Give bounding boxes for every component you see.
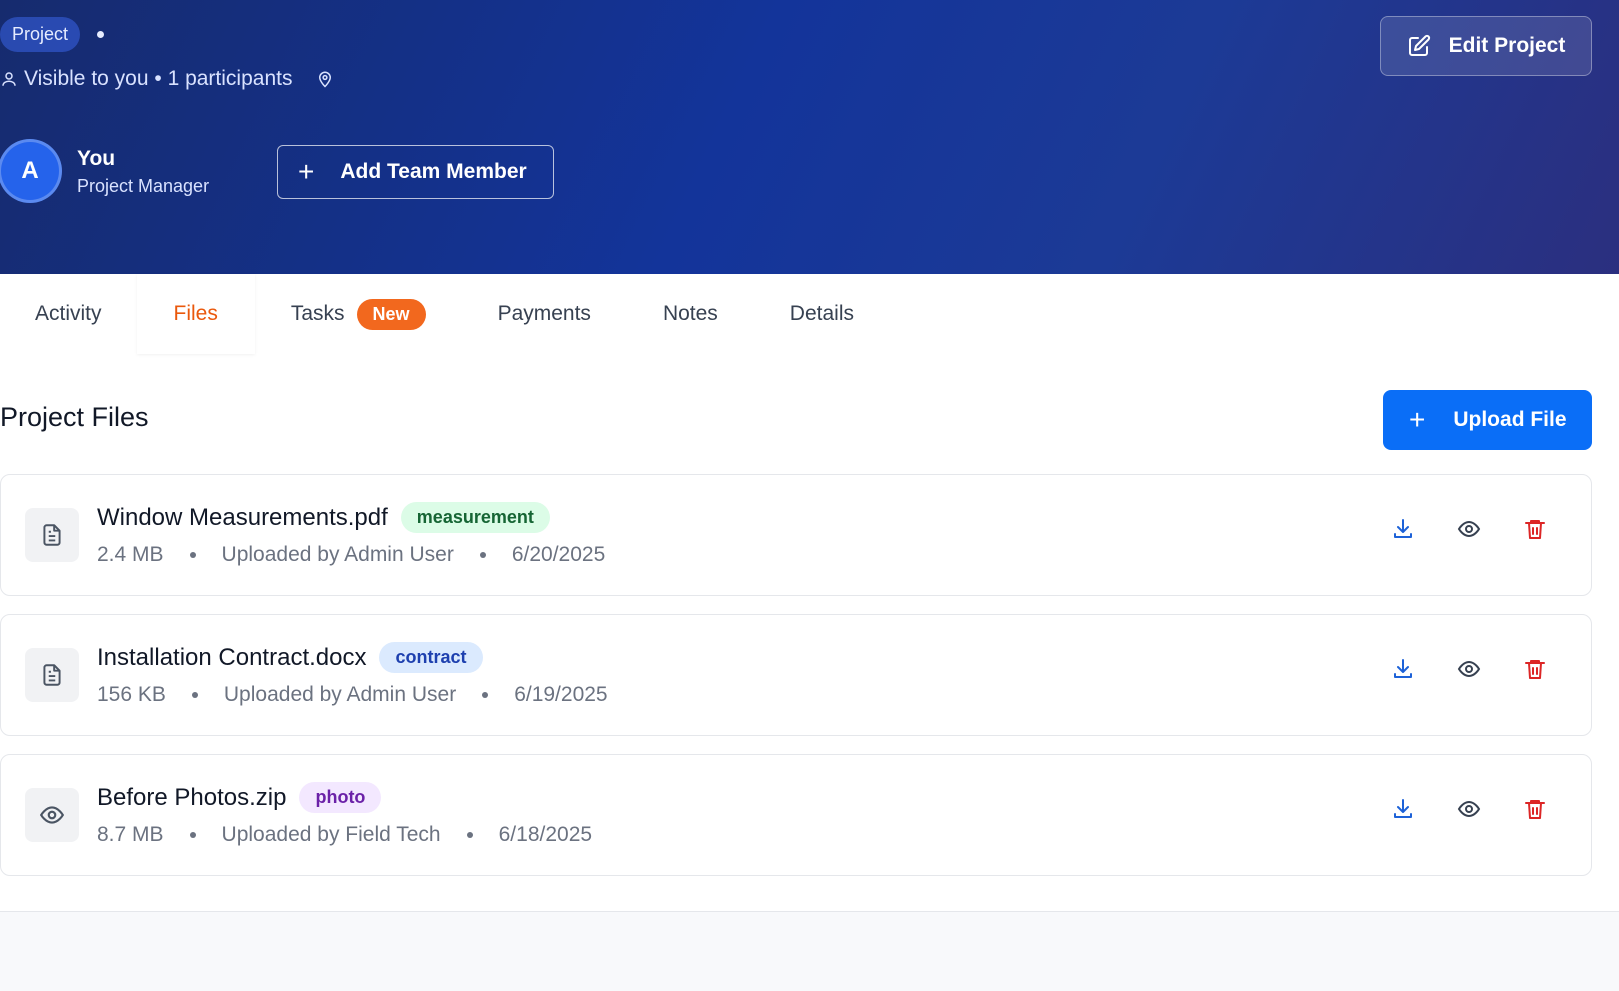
- status-dot: [97, 31, 104, 38]
- file-type-icon-box: [25, 788, 79, 842]
- project-meta: Visible to you • 1 participants: [0, 64, 334, 94]
- eye-icon: [39, 806, 65, 824]
- new-badge: New: [356, 298, 426, 330]
- file-tag: measurement: [400, 502, 550, 533]
- tab-label: Tasks: [290, 302, 345, 325]
- tab-label: Payments: [497, 302, 591, 325]
- file-uploader: Uploaded by Field Tech: [221, 823, 441, 846]
- main-content: Activity Files Tasks New Payments Notes …: [0, 274, 1619, 912]
- meta-dot: [479, 552, 486, 558]
- file-name: Before Photos.zip: [97, 783, 287, 811]
- add-team-member-label: Add Team Member: [340, 160, 527, 183]
- trash-icon[interactable]: [1523, 517, 1547, 541]
- file-name: Window Measurements.pdf: [97, 503, 388, 531]
- tab-payments[interactable]: Payments: [462, 274, 627, 354]
- add-team-member-button[interactable]: + Add Team Member: [277, 145, 554, 199]
- file-size: 156 KB: [97, 683, 166, 706]
- project-header: Project Visible to you • 1 participants …: [0, 0, 1619, 274]
- eye-icon[interactable]: [1457, 657, 1481, 681]
- meta-separator: •: [148, 67, 168, 90]
- tab-activity[interactable]: Activity: [0, 274, 137, 354]
- file-tag: photo: [299, 782, 382, 813]
- trash-icon[interactable]: [1523, 797, 1547, 821]
- participants-count: 1 participants: [167, 67, 293, 90]
- file-row[interactable]: Before Photos.zip photo 8.7 MB Uploaded …: [0, 754, 1592, 876]
- file-meta: 156 KB Uploaded by Admin User 6/19/2025: [97, 683, 608, 707]
- download-icon[interactable]: [1391, 797, 1415, 821]
- upload-file-button[interactable]: + Upload File: [1383, 390, 1592, 450]
- file-date: 6/20/2025: [511, 543, 606, 566]
- tab-files[interactable]: Files: [136, 274, 255, 354]
- tab-bar: Activity Files Tasks New Payments Notes …: [0, 274, 890, 354]
- file-tag: contract: [379, 642, 483, 673]
- file-type-icon-box: [25, 648, 79, 702]
- file-size: 8.7 MB: [97, 823, 164, 846]
- download-icon[interactable]: [1391, 517, 1415, 541]
- file-meta: 8.7 MB Uploaded by Field Tech 6/18/2025: [97, 823, 592, 847]
- section-title: Project Files: [0, 402, 149, 432]
- eye-icon[interactable]: [1457, 517, 1481, 541]
- download-icon[interactable]: [1391, 657, 1415, 681]
- tab-label: Details: [789, 302, 854, 325]
- visibility-text: Visible to you: [24, 67, 149, 90]
- file-row[interactable]: Window Measurements.pdf measurement 2.4 …: [0, 474, 1592, 596]
- member-name: You: [77, 147, 116, 170]
- file-name-line: Before Photos.zip photo: [97, 782, 382, 813]
- file-actions: [1391, 657, 1547, 681]
- file-type-icon-box: [25, 508, 79, 562]
- tab-tasks[interactable]: Tasks New: [255, 274, 462, 354]
- file-size: 2.4 MB: [97, 543, 164, 566]
- document-icon: [43, 664, 61, 686]
- tab-label: Files: [173, 302, 218, 325]
- file-row[interactable]: Installation Contract.docx contract 156 …: [0, 614, 1592, 736]
- project-page: Project Visible to you • 1 participants …: [0, 0, 1619, 991]
- meta-dot: [189, 832, 196, 838]
- file-actions: [1391, 517, 1547, 541]
- tab-notes[interactable]: Notes: [627, 274, 754, 354]
- member-role: Project Manager: [77, 176, 210, 196]
- user-icon: [2, 72, 16, 86]
- location-pin-icon[interactable]: [316, 70, 334, 88]
- edit-project-label: Edit Project: [1448, 34, 1566, 57]
- avatar[interactable]: A: [0, 139, 62, 203]
- file-date: 6/19/2025: [514, 683, 608, 706]
- edit-icon: [1408, 34, 1430, 56]
- file-date: 6/18/2025: [498, 823, 593, 846]
- file-name-line: Installation Contract.docx contract: [97, 642, 483, 673]
- meta-dot: [482, 692, 489, 698]
- file-uploader: Uploaded by Admin User: [221, 543, 454, 566]
- file-uploader: Uploaded by Admin User: [223, 683, 457, 706]
- edit-project-button[interactable]: Edit Project: [1380, 16, 1592, 76]
- file-name: Installation Contract.docx: [97, 643, 367, 671]
- project-badge: Project: [0, 17, 81, 52]
- file-name-line: Window Measurements.pdf measurement: [97, 502, 550, 533]
- trash-icon[interactable]: [1523, 657, 1547, 681]
- tab-label: Activity: [35, 302, 102, 325]
- document-icon: [43, 524, 61, 546]
- meta-dot: [191, 692, 198, 698]
- plus-icon: +: [1409, 404, 1426, 435]
- file-meta: 2.4 MB Uploaded by Admin User 6/20/2025: [97, 543, 605, 567]
- file-actions: [1391, 797, 1547, 821]
- plus-icon: +: [298, 156, 315, 187]
- upload-file-label: Upload File: [1453, 408, 1567, 431]
- eye-icon[interactable]: [1457, 797, 1481, 821]
- tab-details[interactable]: Details: [754, 274, 890, 354]
- tab-label: Notes: [662, 302, 718, 325]
- meta-dot: [189, 552, 196, 558]
- meta-dot: [466, 832, 473, 838]
